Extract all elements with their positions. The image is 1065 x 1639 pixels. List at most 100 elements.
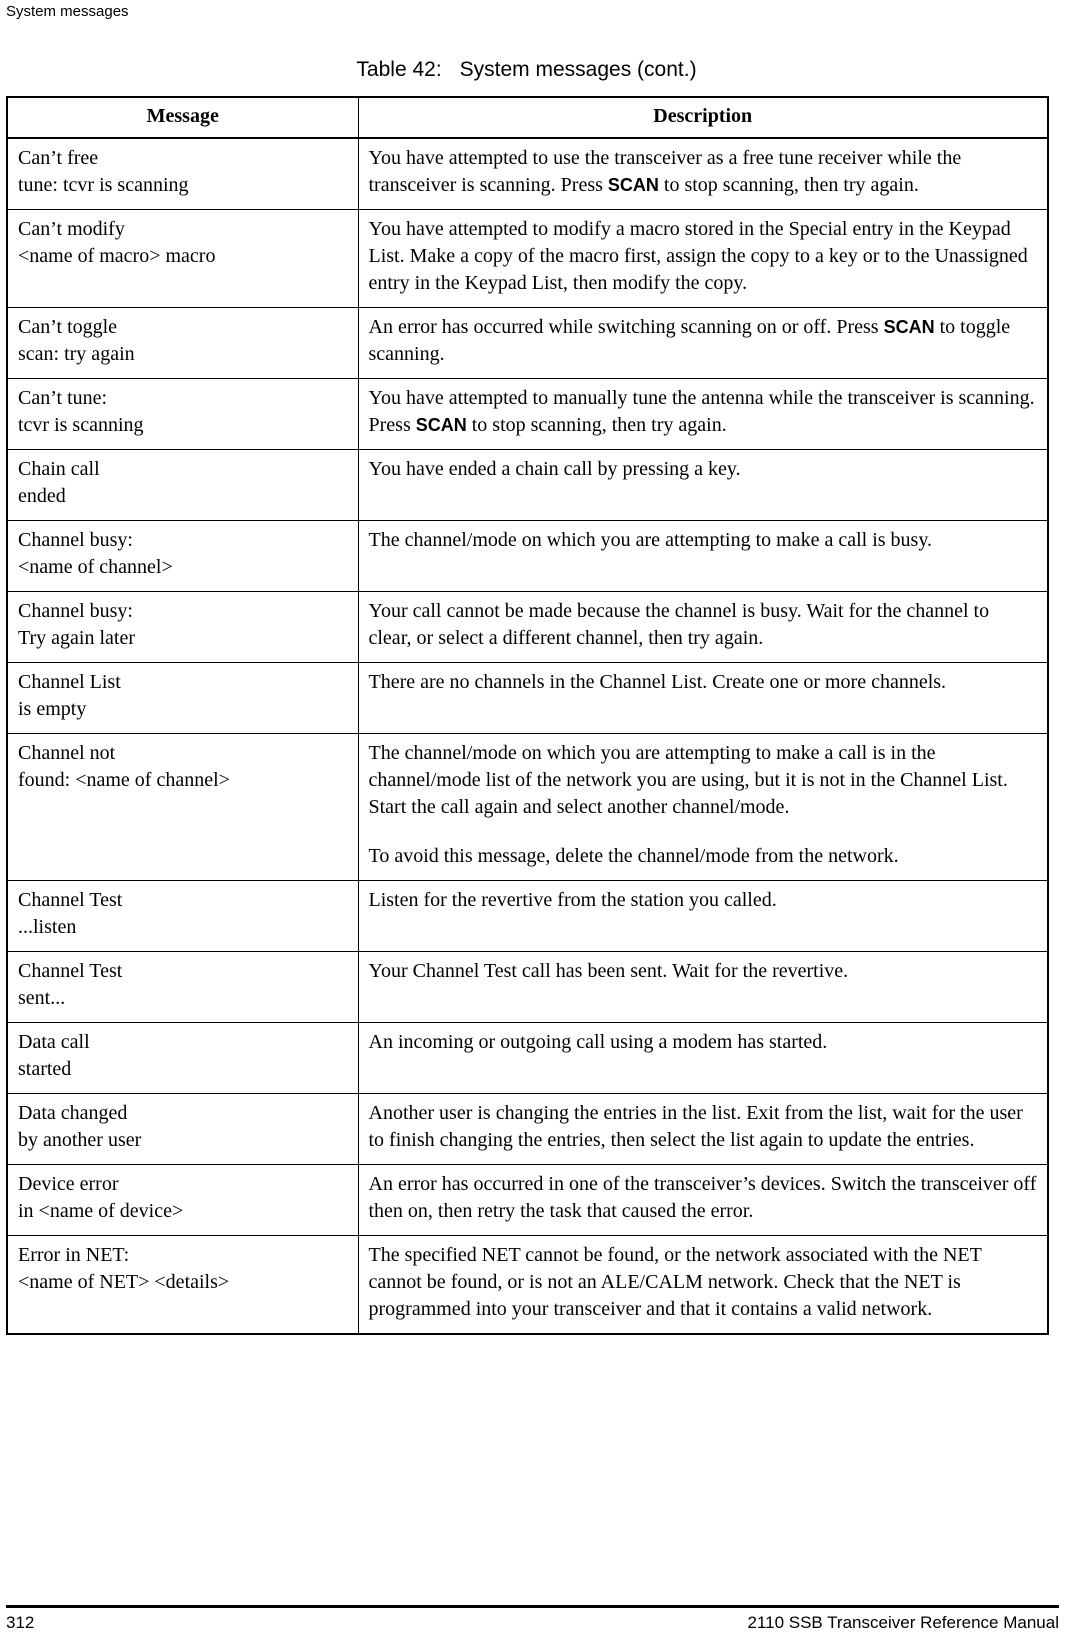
cell-message: Can’t toggle scan: try again xyxy=(7,307,359,379)
description-paragraph: The channel/mode on which you are attemp… xyxy=(369,740,1038,821)
description-text: to stop scanning, then try again. xyxy=(466,414,727,436)
cell-message: Can’t tune: tcvr is scanning xyxy=(7,378,359,450)
description-paragraph: To avoid this message, delete the channe… xyxy=(369,843,1038,870)
table-caption-label: Table 42: xyxy=(356,58,442,81)
key-label: SCAN xyxy=(607,175,659,195)
description-paragraph: There are no channels in the Channel Lis… xyxy=(369,669,1038,696)
message-line: Can’t tune: xyxy=(18,387,108,409)
message-line: scan: try again xyxy=(18,343,135,365)
cell-message: Channel Test ...listen xyxy=(7,880,359,952)
table-row: Channel busy: Try again later Your call ca… xyxy=(7,591,1048,663)
description-paragraph: You have attempted to modify a macro sto… xyxy=(369,216,1038,297)
table-row: Device error in <name of device> An error … xyxy=(7,1164,1048,1236)
description-text: There are no channels in the Channel Lis… xyxy=(368,671,947,693)
message-line: ended xyxy=(18,485,66,507)
message-line: Channel busy: xyxy=(18,529,133,551)
message-line: Error in NET: xyxy=(18,1244,130,1266)
message-line: in <name of device> xyxy=(18,1200,184,1222)
table-row: Can’t free tune: tcvr is scanning You have… xyxy=(7,138,1048,210)
cell-description: An incoming or outgoing call using a mod… xyxy=(357,1022,1048,1094)
description-text: The channel/mode on which you are attemp… xyxy=(368,742,1008,818)
description-text: You have attempted to modify a macro sto… xyxy=(368,218,1028,294)
message-line: Channel busy: xyxy=(18,600,133,622)
description-paragraph: The channel/mode on which you are attemp… xyxy=(369,527,1038,554)
message-line: Chain call xyxy=(18,458,100,480)
message-line: Channel Test xyxy=(18,889,123,911)
description-paragraph: Your Channel Test call has been sent. Wa… xyxy=(369,958,1038,985)
system-messages-table: Message Description Can’t free tune: tcvr… xyxy=(6,96,1049,1335)
description-paragraph: You have attempted to manually tune the … xyxy=(369,385,1038,439)
message-line: Channel List xyxy=(18,671,121,693)
cell-description: There are no channels in the Channel Lis… xyxy=(357,662,1048,734)
table-caption: Table 42: System messages (cont.) xyxy=(6,57,1047,83)
table-row: Chain call ended You have ended a chain ca… xyxy=(7,449,1048,521)
cell-message: Channel Test sent... xyxy=(7,951,359,1023)
description-text: To avoid this message, delete the channe… xyxy=(368,845,899,867)
cell-message: Channel not found: <name of channel> xyxy=(7,733,359,881)
running-head: System messages xyxy=(6,3,129,20)
description-paragraph: An incoming or outgoing call using a mod… xyxy=(369,1029,1038,1056)
message-line: Device error xyxy=(18,1173,119,1195)
description-paragraph: An error has occurred in one of the tran… xyxy=(369,1171,1038,1225)
cell-description: Another user is changing the entries in … xyxy=(357,1093,1048,1165)
table-row: Data changed by another user Another user … xyxy=(7,1093,1048,1165)
description-text: You have ended a chain call by pressing … xyxy=(368,458,741,480)
cell-message: Chain call ended xyxy=(7,449,359,521)
column-header-description: Description xyxy=(357,97,1048,139)
message-line: <name of macro> macro xyxy=(18,245,216,267)
description-paragraph: An error has occurred while switching sc… xyxy=(369,314,1038,368)
description-paragraph: Listen for the revertive from the statio… xyxy=(369,887,1038,914)
description-text: Your Channel Test call has been sent. Wa… xyxy=(368,960,849,982)
cell-description: The channel/mode on which you are attemp… xyxy=(357,733,1048,881)
description-paragraph: You have attempted to use the transceive… xyxy=(369,145,1038,199)
message-line: found: <name of channel> xyxy=(18,769,230,791)
footer-manual-title: 2110 SSB Transceiver Reference Manual xyxy=(747,1613,1059,1632)
description-text: Listen for the revertive from the statio… xyxy=(368,889,777,911)
description-paragraph: Your call cannot be made because the cha… xyxy=(369,598,1038,652)
table-body: Can’t free tune: tcvr is scanning You have… xyxy=(7,138,1048,1334)
cell-description: An error has occurred in one of the tran… xyxy=(357,1164,1048,1236)
message-line: tcvr is scanning xyxy=(18,414,144,436)
key-label: SCAN xyxy=(415,415,467,435)
cell-message: Can’t modify <name of macro> macro xyxy=(7,209,359,308)
message-line: Can’t modify xyxy=(18,218,125,240)
message-line: Channel Test xyxy=(18,960,123,982)
message-line: started xyxy=(18,1058,72,1080)
footer-divider xyxy=(6,1605,1059,1608)
cell-message: Can’t free tune: tcvr is scanning xyxy=(7,138,359,210)
message-line: <name of channel> xyxy=(18,556,173,578)
message-line: is empty xyxy=(18,698,87,720)
message-line: Data changed xyxy=(18,1102,128,1124)
message-line: Data call xyxy=(18,1031,90,1053)
table-row: Channel List is empty There are no channel… xyxy=(7,662,1048,734)
description-text: Your call cannot be made because the cha… xyxy=(368,600,990,649)
cell-description: An error has occurred while switching sc… xyxy=(357,307,1048,379)
table-row: Data call started An incoming or outgoing … xyxy=(7,1022,1048,1094)
table-row: Channel Test ...listen Listen for the reve… xyxy=(7,880,1048,952)
cell-description: The channel/mode on which you are attemp… xyxy=(357,520,1048,592)
cell-description: You have attempted to modify a macro sto… xyxy=(357,209,1048,308)
message-line: by another user xyxy=(18,1129,142,1151)
message-line: tune: tcvr is scanning xyxy=(18,174,189,196)
message-line: ...listen xyxy=(18,916,77,938)
message-line: Try again later xyxy=(18,627,136,649)
table-header-row: Message Description xyxy=(7,97,1048,139)
description-text: The specified NET cannot be found, or th… xyxy=(368,1244,982,1320)
description-text: Another user is changing the entries in … xyxy=(368,1102,1023,1151)
description-text: An error has occurred while switching sc… xyxy=(368,316,884,338)
cell-message: Channel busy: Try again later xyxy=(7,591,359,663)
table-row: Channel Test sent... Your Channel Test cal… xyxy=(7,951,1048,1023)
message-line: Can’t toggle xyxy=(18,316,118,338)
table-row: Channel busy: <name of channel> The channe… xyxy=(7,520,1048,592)
description-paragraph: You have ended a chain call by pressing … xyxy=(369,456,1038,483)
description-text: The channel/mode on which you are attemp… xyxy=(368,529,933,551)
cell-description: The specified NET cannot be found, or th… xyxy=(357,1235,1048,1334)
table-row: Can’t modify <name of macro> macro You hav… xyxy=(7,209,1048,308)
description-text: An incoming or outgoing call using a mod… xyxy=(368,1031,828,1053)
column-header-message: Message xyxy=(7,97,359,139)
table-row: Can’t tune: tcvr is scanning You have atte… xyxy=(7,378,1048,450)
cell-description: Your call cannot be made because the cha… xyxy=(357,591,1048,663)
cell-message: Data call started xyxy=(7,1022,359,1094)
message-line: Channel not xyxy=(18,742,116,764)
table-row: Can’t toggle scan: try again An error has … xyxy=(7,307,1048,379)
